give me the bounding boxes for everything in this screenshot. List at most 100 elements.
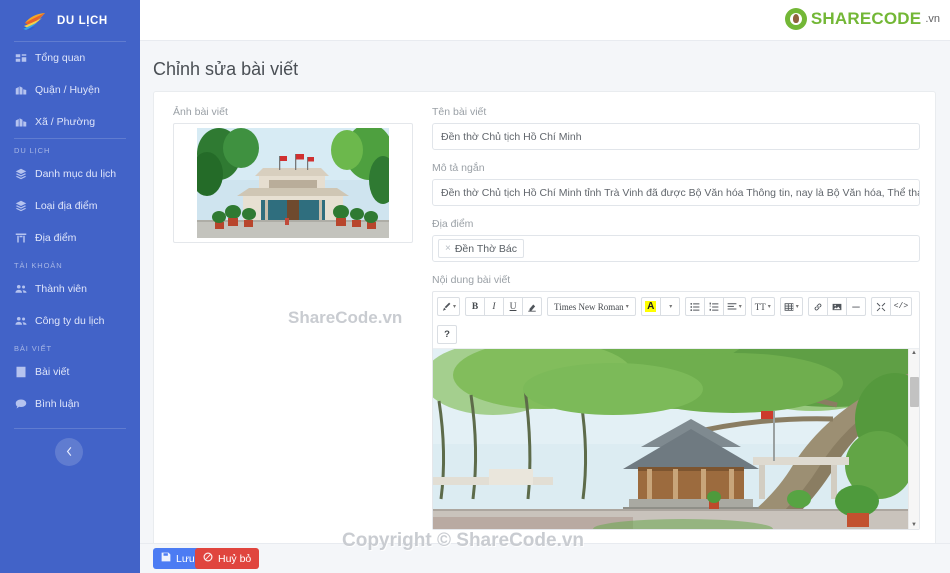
main-content: Chỉnh sửa bài viết Ảnh bài viết Tên bài … bbox=[140, 41, 950, 573]
sidebar-item-binh-luan[interactable]: Bình luận bbox=[0, 388, 140, 420]
article-content-field: Nội dung bài viết ▾ B I U Times New Roma… bbox=[432, 274, 920, 530]
article-summary-input[interactable]: Đền thờ Chủ tịch Hồ Chí Minh tỉnh Trà Vi… bbox=[432, 179, 920, 206]
sharecode-suffix-text: .vn bbox=[925, 13, 940, 25]
sidebar-item-label: Thành viên bbox=[35, 283, 87, 295]
font-color-button[interactable]: A bbox=[640, 297, 661, 316]
users-icon bbox=[14, 283, 27, 296]
remove-format-button[interactable] bbox=[522, 297, 543, 316]
city-icon bbox=[14, 84, 27, 97]
fullscreen-button[interactable] bbox=[870, 297, 891, 316]
chip-label: Đền Thờ Bác bbox=[454, 242, 517, 255]
travel-logo-icon bbox=[22, 11, 48, 31]
article-summary-field: Mô tả ngắn Đền thờ Chủ tịch Hồ Chí Minh … bbox=[432, 162, 920, 206]
horizontal-rule-button[interactable] bbox=[845, 297, 866, 316]
chip-remove-icon[interactable]: × bbox=[445, 243, 451, 254]
font-family-group: Times New Roman ▾ bbox=[547, 297, 636, 316]
sidebar-item-label: Danh mục du lịch bbox=[35, 168, 117, 180]
line-height-group: TT ▾ bbox=[750, 297, 775, 316]
edit-article-card: Ảnh bài viết Tên bài viết Đền thờ Chủ tị… bbox=[153, 91, 936, 571]
ban-icon bbox=[203, 552, 213, 565]
font-family-value: Times New Roman bbox=[554, 301, 624, 312]
table-button[interactable]: ▾ bbox=[779, 297, 803, 316]
sidebar-item-label: Bình luận bbox=[35, 398, 80, 410]
page-title: Chỉnh sửa bài viết bbox=[153, 59, 299, 79]
map-marker-icon bbox=[14, 232, 27, 245]
article-summary-label: Mô tả ngắn bbox=[432, 162, 485, 174]
scroll-up-icon[interactable]: ▲ bbox=[911, 350, 917, 356]
article-place-field: Địa điểm × Đền Thờ Bác bbox=[432, 218, 920, 262]
view-group: </> bbox=[870, 297, 913, 316]
underline-button[interactable]: U bbox=[503, 297, 524, 316]
comment-icon bbox=[14, 398, 27, 411]
sidebar-collapse-button[interactable] bbox=[55, 438, 83, 466]
sidebar-item-label: Công ty du lịch bbox=[35, 315, 105, 327]
save-button-label: Lưu bbox=[176, 552, 195, 565]
editor-toolbar: ▾ B I U Times New Roman ▾ A ▾ ▾ TT ▾ ▾ <… bbox=[433, 292, 919, 349]
article-thumbnail-frame[interactable] bbox=[173, 123, 413, 243]
sidebar-item-dia-diem[interactable]: Địa điểm bbox=[0, 222, 140, 254]
sidebar-item-label: Xã / Phường bbox=[35, 116, 96, 128]
editor-content-area[interactable]: ▲ ▼ bbox=[433, 349, 919, 529]
top-bar: SHARECODE .vn bbox=[140, 0, 950, 41]
sidebar-section-du-lich: DU LỊCH bbox=[14, 146, 51, 155]
sidebar-item-cong-ty-du-lich[interactable]: Công ty du lịch bbox=[0, 305, 140, 337]
editor-scrollbar-thumb[interactable] bbox=[910, 377, 919, 407]
line-height-button[interactable]: TT ▾ bbox=[750, 297, 775, 316]
ordered-list-button[interactable] bbox=[703, 297, 724, 316]
sharecode-mark-icon bbox=[784, 8, 807, 30]
footer-action-bar: Lưu Huỷ bỏ bbox=[140, 543, 950, 573]
sidebar-brand[interactable]: DU LỊCH bbox=[0, 0, 140, 41]
sidebar-item-label: Loại địa điểm bbox=[35, 200, 98, 212]
article-title-input[interactable]: Đền thờ Chủ tịch Hồ Chí Minh bbox=[432, 123, 920, 150]
code-view-button[interactable]: </> bbox=[889, 297, 913, 316]
rich-text-editor: ▾ B I U Times New Roman ▾ A ▾ ▾ TT ▾ ▾ <… bbox=[432, 291, 920, 530]
sidebar-item-quan-huyen[interactable]: Quận / Huyện bbox=[0, 74, 140, 106]
sidebar-section-bai-viet: BÀI VIẾT bbox=[14, 344, 53, 353]
sidebar-item-tong-quan[interactable]: Tổng quan bbox=[0, 42, 140, 74]
dashboard-icon bbox=[14, 52, 27, 65]
table-group: ▾ bbox=[779, 297, 803, 316]
article-place-label: Địa điểm bbox=[432, 218, 474, 230]
article-fields-column: Tên bài viết Đền thờ Chủ tịch Hồ Chí Min… bbox=[432, 106, 920, 530]
article-image-column: Ảnh bài viết bbox=[173, 106, 413, 243]
sidebar-item-loai-dia-diem[interactable]: Loại địa điểm bbox=[0, 190, 140, 222]
cancel-button[interactable]: Huỷ bỏ bbox=[195, 548, 260, 569]
article-title-label: Tên bài viết bbox=[432, 106, 487, 118]
cancel-button-label: Huỷ bỏ bbox=[218, 552, 252, 565]
sidebar-item-bai-viet[interactable]: Bài viết bbox=[0, 356, 140, 388]
unordered-list-button[interactable] bbox=[684, 297, 705, 316]
layers-icon bbox=[14, 168, 27, 181]
place-chip[interactable]: × Đền Thờ Bác bbox=[438, 239, 524, 258]
font-color-dropdown[interactable]: ▾ bbox=[659, 297, 680, 316]
layers-icon bbox=[14, 200, 27, 213]
italic-button[interactable]: I bbox=[484, 297, 505, 316]
picture-button[interactable] bbox=[826, 297, 847, 316]
sidebar-item-label: Bài viết bbox=[35, 366, 70, 378]
article-content-label: Nội dung bài viết bbox=[432, 274, 511, 286]
sidebar: DU LỊCH Tổng quan Quận / Huyện Xã / Phườ… bbox=[0, 0, 140, 573]
article-title-field: Tên bài viết Đền thờ Chủ tịch Hồ Chí Min… bbox=[432, 106, 920, 150]
article-place-select[interactable]: × Đền Thờ Bác bbox=[432, 235, 920, 262]
link-button[interactable] bbox=[807, 297, 828, 316]
bold-button[interactable]: B bbox=[465, 297, 486, 316]
help-button[interactable]: ? bbox=[437, 325, 457, 344]
sidebar-item-danh-muc-du-lich[interactable]: Danh mục du lịch bbox=[0, 158, 140, 190]
sidebar-brand-label: DU LỊCH bbox=[57, 14, 108, 27]
paragraph-align-button[interactable]: ▾ bbox=[722, 297, 746, 316]
floppy-disk-icon bbox=[161, 552, 171, 565]
users-icon bbox=[14, 315, 27, 328]
scroll-down-icon[interactable]: ▼ bbox=[911, 522, 917, 528]
sidebar-item-label: Tổng quan bbox=[35, 52, 86, 64]
sidebar-item-xa-phuong[interactable]: Xã / Phường bbox=[0, 106, 140, 138]
sidebar-section-tai-khoan: TÀI KHOẢN bbox=[14, 261, 63, 270]
article-thumbnail-image bbox=[197, 128, 389, 238]
sidebar-item-thanh-vien[interactable]: Thành viên bbox=[0, 273, 140, 305]
style-brush-button[interactable]: ▾ bbox=[437, 297, 461, 316]
list-group: ▾ bbox=[684, 297, 746, 316]
sidebar-divider-3 bbox=[14, 428, 126, 429]
insert-group bbox=[807, 297, 866, 316]
editor-scrollbar[interactable]: ▲ ▼ bbox=[908, 349, 919, 529]
chevron-left-icon bbox=[65, 443, 74, 461]
font-family-dropdown[interactable]: Times New Roman ▾ bbox=[547, 297, 636, 316]
document-icon bbox=[14, 366, 27, 379]
